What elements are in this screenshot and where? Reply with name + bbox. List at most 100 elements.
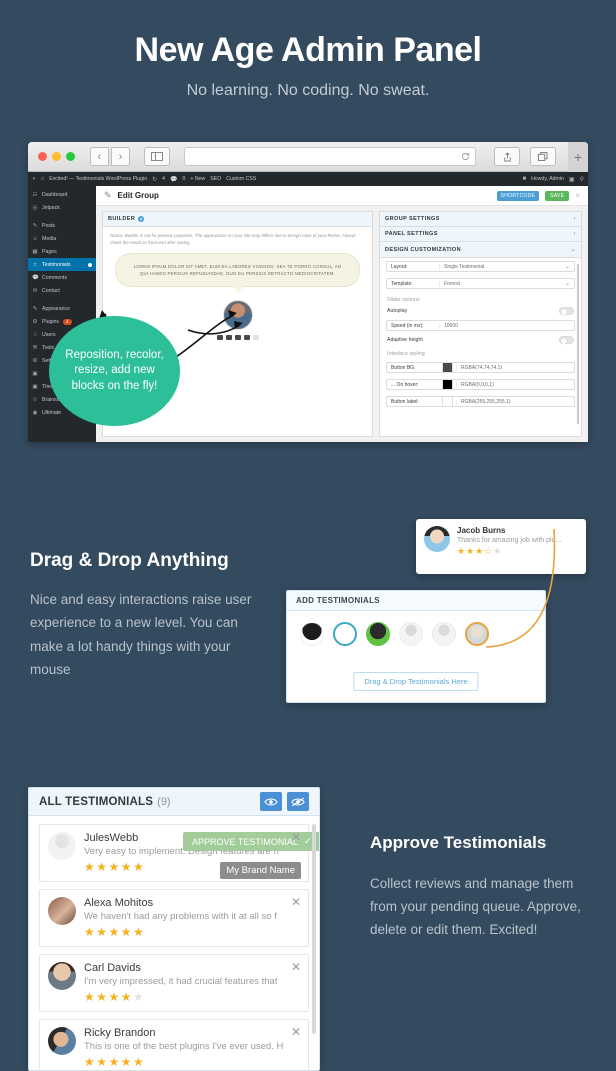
adaptive-height-toggle[interactable] <box>559 336 574 344</box>
floating-testimonial-card[interactable]: Jacob Burns Thanks for amazing job with … <box>416 519 586 574</box>
template-select[interactable]: Template: Forrest ⌄ <box>386 278 575 289</box>
sidebar-item-testimonials[interactable]: ☆ Testimonials <box>28 258 96 271</box>
sidebar-item-jetpack[interactable]: ⦿ Jetpack <box>28 201 96 214</box>
rating-dot[interactable] <box>234 335 241 341</box>
updates-icon[interactable]: ↻ <box>152 176 157 183</box>
table-row[interactable]: Ricky Brandon This is one of the best pl… <box>39 1019 309 1070</box>
autoplay-toggle[interactable] <box>559 307 574 315</box>
delete-icon[interactable]: ✕ <box>291 830 301 844</box>
minimize-window-icon[interactable] <box>52 152 61 161</box>
button-label-field[interactable]: Button label: RGBA(255,255,255,1) <box>386 396 575 407</box>
page-root: New Age Admin Panel No learning. No codi… <box>0 0 616 1071</box>
tabs-icon[interactable] <box>530 147 556 166</box>
close-icon[interactable]: × <box>575 191 580 200</box>
jacob-burns-avatar <box>424 526 450 552</box>
active-indicator-icon <box>88 262 92 267</box>
sidebar-item-comments[interactable]: 💬 Comments <box>28 271 96 284</box>
home-icon[interactable]: ⌂ <box>41 176 45 182</box>
avatar-placeholder-5[interactable] <box>432 622 456 646</box>
sidebar-item-posts[interactable]: ✎ Posts <box>28 219 96 232</box>
table-row[interactable]: Carl Davids I'm very impressed, it had c… <box>39 954 309 1012</box>
sidebar-item-pages[interactable]: ▦ Pages <box>28 245 96 258</box>
row-stars[interactable]: ★★★★★ <box>84 990 277 1004</box>
button-hover-field[interactable]: ... On hover: RGBA(0,0,0,1) <box>386 379 575 390</box>
nav-buttons[interactable]: ‹ › <box>90 147 130 166</box>
url-input[interactable] <box>184 147 476 166</box>
wp-site-name[interactable]: Excited! — Testimonials WordPress Plugin <box>49 176 147 182</box>
testimonial-avatar[interactable] <box>222 300 253 331</box>
maximize-window-icon[interactable] <box>66 152 75 161</box>
sidebar-item-label: Ultimate <box>42 409 62 416</box>
settings-scrollbar[interactable] <box>577 264 579 424</box>
table-row[interactable]: JulesWebb Very easy to implement. Design… <box>39 824 319 882</box>
sidebar-item-dashboard[interactable]: ☷ Dashboard <box>28 188 96 201</box>
wordpress-icon[interactable]: ◖ <box>32 176 36 182</box>
row-stars[interactable]: ★★★★★ <box>84 1055 283 1069</box>
rating-dots[interactable] <box>216 335 259 341</box>
search-icon[interactable]: ⚲ <box>580 176 584 183</box>
drag-drop-button[interactable]: Drag & Drop Testimonials Here <box>353 672 479 691</box>
layout-select[interactable]: Layout: Single Testimonial ⌄ <box>386 261 575 272</box>
forward-icon[interactable]: › <box>111 147 130 166</box>
sidebar-icon[interactable] <box>144 147 170 166</box>
interface-styling-label: Interface styling <box>387 351 425 357</box>
sidebar-item-media[interactable]: ☺ Media <box>28 232 96 245</box>
rating-dot[interactable] <box>252 335 259 341</box>
color-swatch[interactable] <box>442 379 453 390</box>
row-name: Alexa Mohitos <box>84 897 154 909</box>
row-stars[interactable]: ★★★★★ <box>84 925 277 939</box>
avatar-3[interactable] <box>366 622 390 646</box>
speed-input[interactable]: Speed (in ms): 10000 <box>386 320 575 331</box>
rating-dot[interactable] <box>225 335 232 341</box>
sidebar-item-appearance[interactable]: ✎ Appearance <box>28 302 96 315</box>
eye-icon[interactable] <box>260 792 282 811</box>
shortcode-button[interactable]: SHORTCODE <box>496 190 540 201</box>
seo-link[interactable]: SEO <box>210 176 221 182</box>
delete-icon[interactable]: ✕ <box>291 895 301 909</box>
wp-page-header: ✎ Edit Group SHORTCODE SAVE × <box>96 186 588 206</box>
help-icon[interactable]: ? <box>138 216 145 222</box>
dashboard-icon: ☷ <box>32 191 38 198</box>
eye-slash-icon[interactable] <box>287 792 309 811</box>
ricky-brandon-avatar <box>48 1027 76 1055</box>
close-window-icon[interactable] <box>38 152 47 161</box>
color-swatch[interactable] <box>442 396 453 407</box>
rating-dot[interactable] <box>243 335 250 341</box>
panel-settings-section[interactable]: PANEL SETTINGS ‹ <box>380 227 581 242</box>
button-label-label: Button label: <box>391 398 419 405</box>
custom-css-link[interactable]: Custom CSS <box>226 176 256 182</box>
comments-count: 0 <box>182 176 186 182</box>
sidebar-item-label: Users <box>42 331 56 338</box>
rating-dot[interactable] <box>216 335 223 341</box>
brainstorm-icon: ☉ <box>32 396 38 403</box>
screen-icon[interactable]: ■ <box>523 176 527 182</box>
avatar-1[interactable] <box>300 622 324 646</box>
ultimate-icon: ◉ <box>32 409 38 416</box>
sidebar-item-contact[interactable]: ✉ Contact <box>28 284 96 297</box>
avatar-6-highlighted[interactable] <box>465 622 489 646</box>
comments-icon[interactable]: 💬 <box>170 176 177 183</box>
delete-icon[interactable]: ✕ <box>291 960 301 974</box>
design-customization-section[interactable]: DESIGN CUSTOMIZATION ⌄ <box>380 242 581 258</box>
wp-greeting[interactable]: Howdy, Admin <box>531 176 564 182</box>
updates-count: 4 <box>162 176 166 182</box>
share-icon[interactable] <box>494 147 520 166</box>
color-swatch[interactable] <box>442 362 453 373</box>
group-settings-section[interactable]: GROUP SETTINGS ‹ <box>380 212 581 227</box>
testimonial-quote[interactable]: LOREM IPSUM DOLOR SIT AMET, EUM EA LABOR… <box>115 252 360 293</box>
save-button[interactable]: SAVE <box>545 190 570 201</box>
new-content-link[interactable]: + New <box>190 176 205 182</box>
new-tab-button[interactable]: + <box>568 142 588 172</box>
wp-main-content: ✎ Edit Group SHORTCODE SAVE × BUILDER ? … <box>96 186 588 442</box>
back-icon[interactable]: ‹ <box>90 147 109 166</box>
delete-icon[interactable]: ✕ <box>291 1025 301 1039</box>
avatar-2[interactable] <box>333 622 357 646</box>
window-controls[interactable] <box>34 152 75 161</box>
list-scrollbar[interactable] <box>312 824 316 1034</box>
builder-header[interactable]: BUILDER ? <box>103 212 372 227</box>
table-row[interactable]: Alexa Mohitos We haven't had any problem… <box>39 889 309 947</box>
avatar-placeholder-4[interactable] <box>399 622 423 646</box>
floating-card-stars[interactable]: ★★★☆★ <box>457 546 561 557</box>
button-hover-label: ... On hover: <box>391 381 419 388</box>
button-bg-field[interactable]: Button BG: RGBA(74,74,74,1) <box>386 362 575 373</box>
